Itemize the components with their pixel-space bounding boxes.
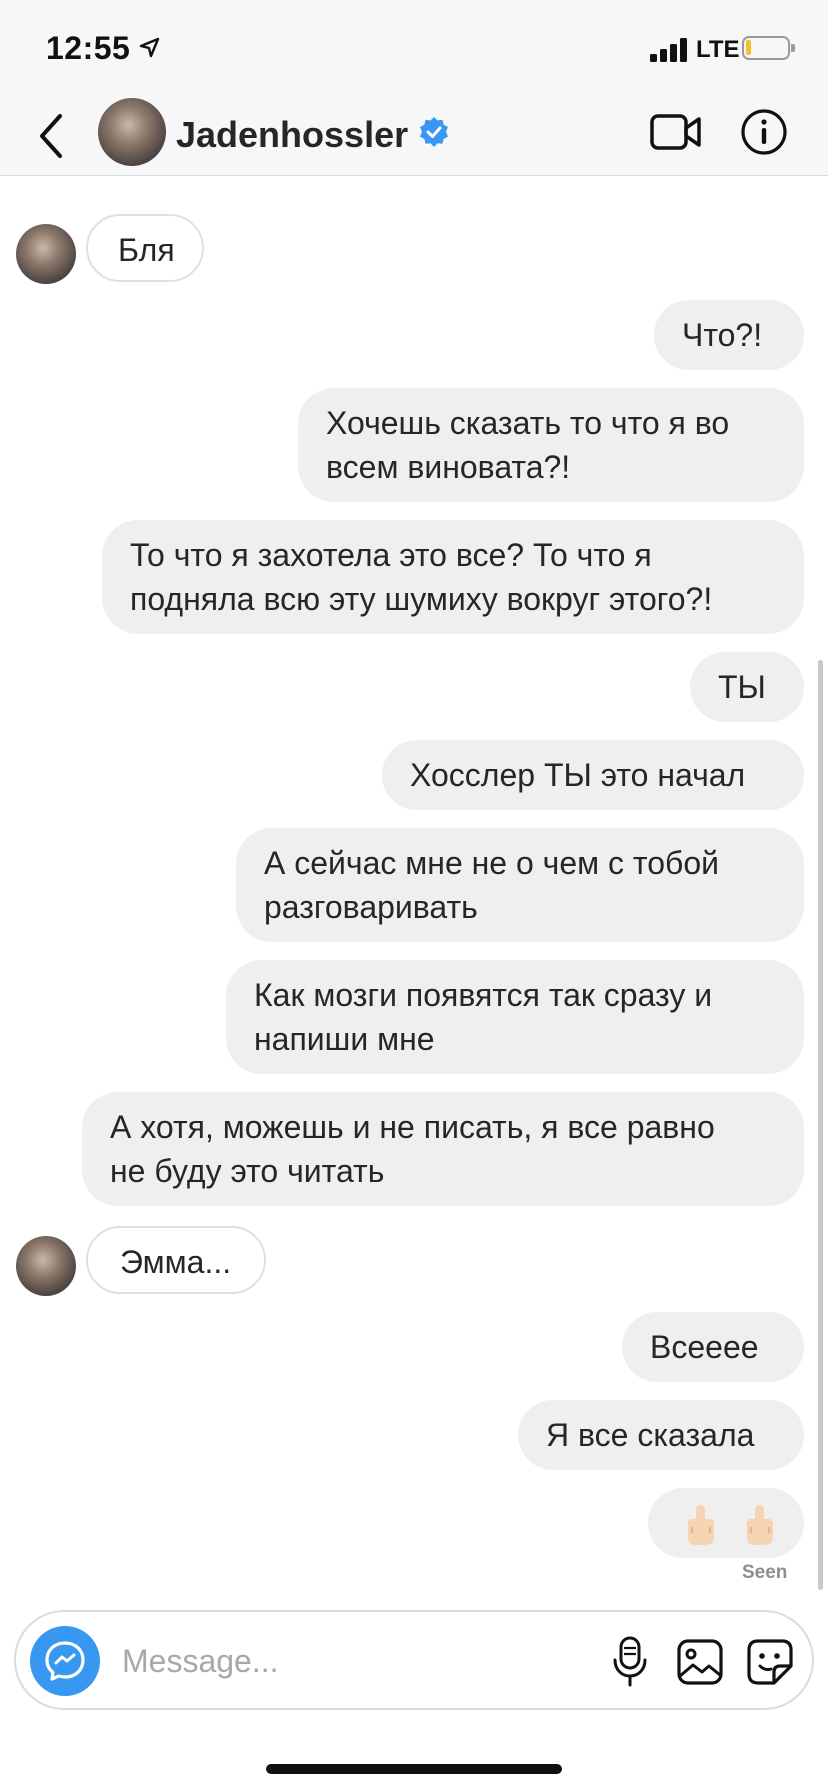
middle-finger-emoji xyxy=(746,1504,773,1545)
message-text: Что?! xyxy=(682,317,763,353)
video-call-icon[interactable] xyxy=(650,110,702,154)
message-text: Всееее xyxy=(650,1329,759,1365)
battery-icon xyxy=(742,36,795,60)
chat-header: Jadenhossler xyxy=(0,96,828,176)
status-time: 12:55 xyxy=(46,30,131,66)
camera-icon xyxy=(45,1641,85,1681)
message-text-line: всем виновата?! xyxy=(326,449,571,485)
battery-level xyxy=(746,40,751,55)
outgoing-message[interactable]: Хочешь сказать то что я во всем виновата… xyxy=(298,388,804,502)
message-text-line: подняла всю эту шумиху вокруг этого?! xyxy=(130,581,713,617)
outgoing-message[interactable]: Что?! xyxy=(654,300,804,370)
outgoing-message[interactable]: Как мозги появятся так сразу и напиши мн… xyxy=(226,960,804,1074)
message-text-line: Хочешь сказать то что я во xyxy=(326,405,730,441)
avatar[interactable] xyxy=(98,98,166,166)
message-text: ТЫ xyxy=(718,669,766,705)
message-text-line: не буду это читать xyxy=(110,1153,385,1189)
sticker-icon[interactable] xyxy=(746,1638,794,1686)
outgoing-emoji-message[interactable] xyxy=(648,1488,804,1558)
verified-badge-icon xyxy=(420,117,448,147)
camera-button[interactable] xyxy=(30,1626,100,1696)
microphone-icon[interactable] xyxy=(610,1636,650,1688)
location-arrow-icon xyxy=(139,37,160,58)
network-type: LTE xyxy=(696,36,740,63)
back-chevron-icon[interactable] xyxy=(34,110,70,162)
outgoing-message[interactable]: ТЫ xyxy=(690,652,804,722)
seen-label: Seen xyxy=(742,1562,788,1583)
home-indicator[interactable] xyxy=(266,1764,562,1774)
contact-username[interactable]: Jadenhossler xyxy=(176,114,408,156)
message-input[interactable] xyxy=(122,1636,512,1686)
outgoing-message[interactable]: Всееее xyxy=(622,1312,804,1382)
message-text-line: То что я захотела это все? То что я xyxy=(130,537,652,573)
message-text-line: А хотя, можешь и не писать, я все равно xyxy=(110,1109,715,1145)
outgoing-message[interactable]: А хотя, можешь и не писать, я все равно … xyxy=(82,1092,804,1206)
message-text-line: Как мозги появятся так сразу и xyxy=(254,977,713,1013)
sender-avatar xyxy=(16,1236,76,1296)
scrollbar[interactable] xyxy=(818,660,823,1590)
status-bar: 12:55 LTE xyxy=(0,0,828,96)
outgoing-message[interactable]: А сейчас мне не о чем с тобой разговарив… xyxy=(236,828,804,942)
message-text: Бля xyxy=(118,232,175,268)
gallery-icon[interactable] xyxy=(676,1638,724,1686)
outgoing-message[interactable]: Хосслер ТЫ это начал xyxy=(382,740,804,810)
message-text: Я все сказала xyxy=(546,1417,755,1453)
middle-finger-emoji xyxy=(688,1504,714,1545)
message-text-line: напиши мне xyxy=(254,1021,435,1057)
message-composer xyxy=(14,1610,814,1710)
incoming-message[interactable]: Эмма... xyxy=(86,1226,266,1294)
message-text-line: разговаривать xyxy=(264,889,478,925)
info-icon[interactable] xyxy=(740,108,788,156)
message-text: Эмма... xyxy=(120,1244,232,1280)
outgoing-message[interactable]: Я все сказала xyxy=(518,1400,804,1470)
signal-bars-icon xyxy=(650,38,687,62)
message-text-line: А сейчас мне не о чем с тобой xyxy=(264,845,720,881)
sender-avatar xyxy=(16,224,76,284)
outgoing-message[interactable]: То что я захотела это все? То что я подн… xyxy=(102,520,804,634)
incoming-message[interactable]: Бля xyxy=(86,214,204,282)
message-text: Хосслер ТЫ это начал xyxy=(410,757,746,793)
